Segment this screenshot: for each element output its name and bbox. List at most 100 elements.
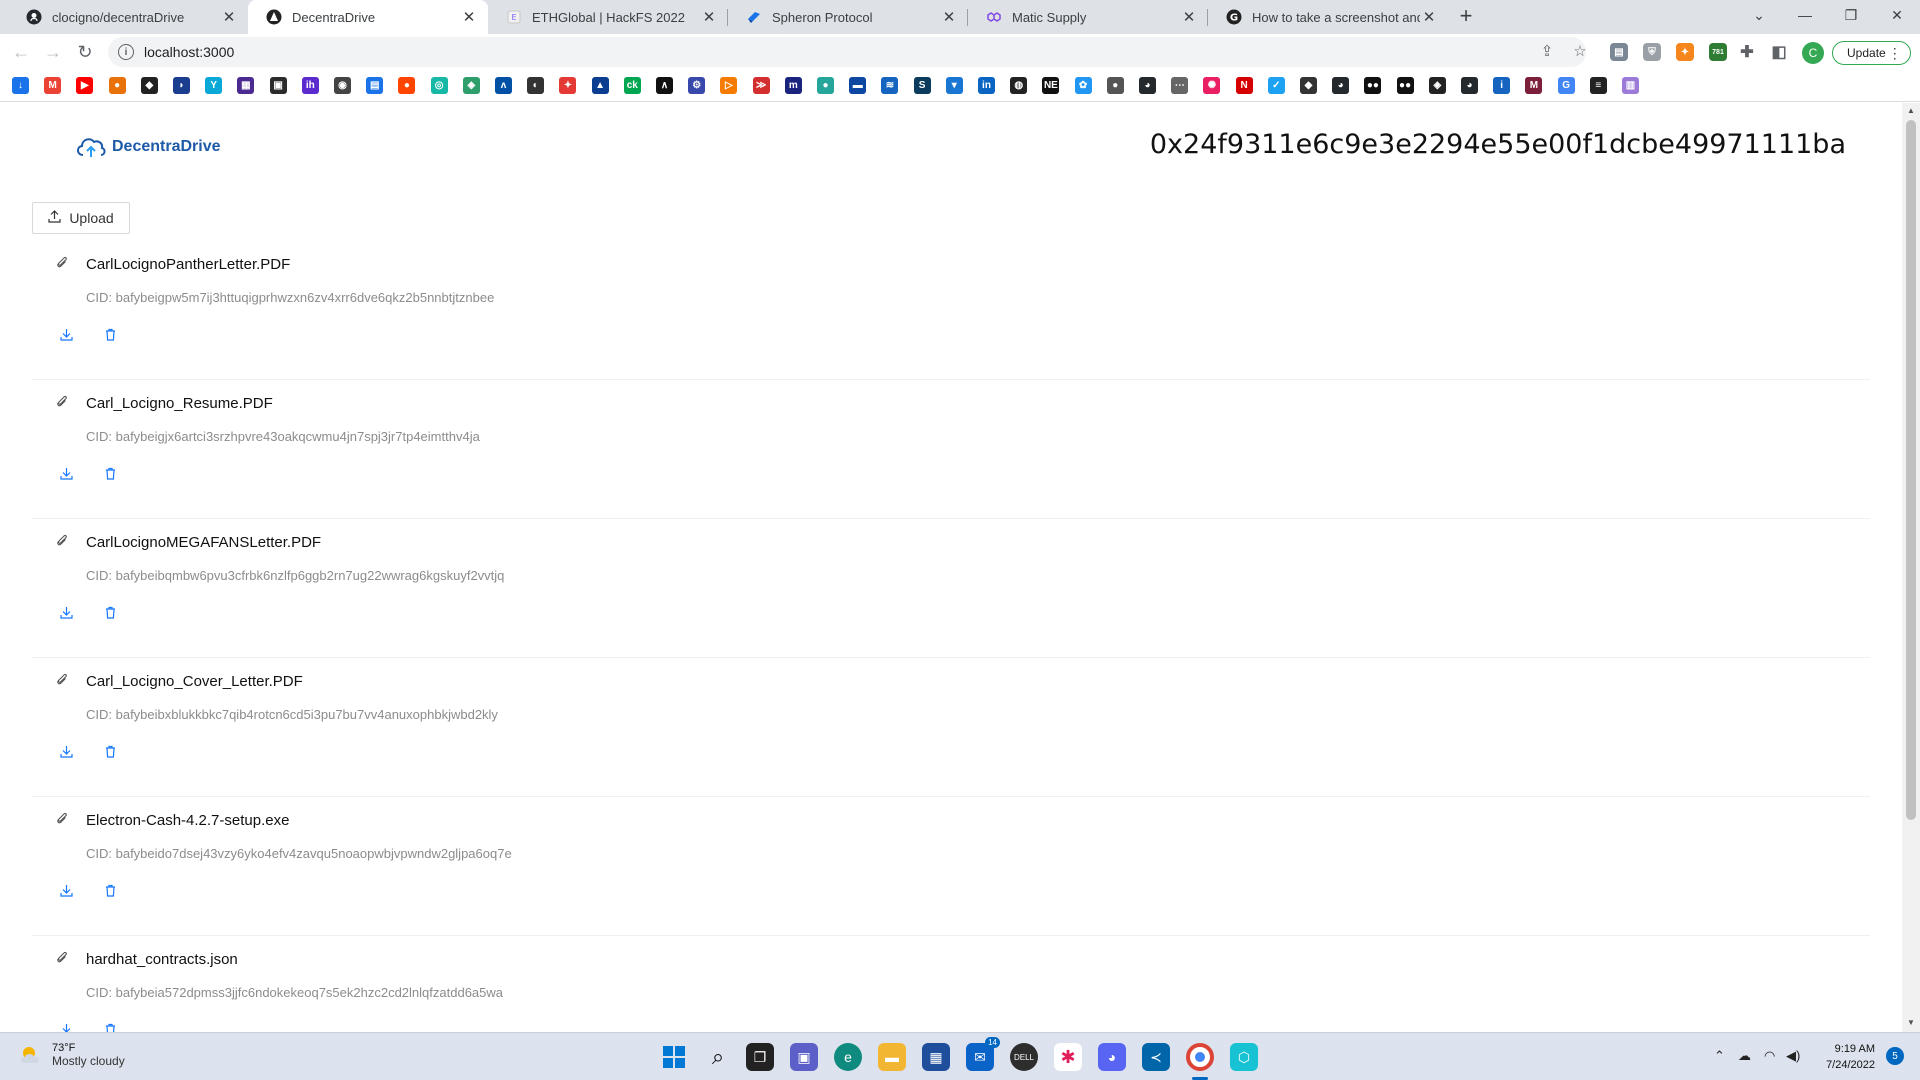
bookmark-icon[interactable]: ✦ [559, 77, 577, 94]
bookmark-icon[interactable]: ●● [1364, 77, 1382, 94]
tab-spheron[interactable]: Spheron Protocol ✕ [728, 0, 968, 34]
file-explorer-icon[interactable]: ▬ [878, 1043, 906, 1071]
bookmark-icon[interactable]: ◆ [1300, 77, 1317, 94]
side-panel-icon[interactable]: ◧ [1770, 43, 1788, 61]
bookmark-icon[interactable]: ● [817, 77, 834, 94]
youtube-icon[interactable]: ▶ [76, 77, 94, 94]
bookmark-icon[interactable]: ⋯ [1171, 77, 1189, 94]
bookmark-icon[interactable]: ▬ [849, 77, 867, 94]
mail-icon[interactable]: ✉ 14 [966, 1037, 1000, 1071]
reload-button[interactable]: ↻ [72, 39, 98, 65]
delete-icon[interactable] [102, 604, 118, 620]
bookmark-icon[interactable]: ⚙ [688, 77, 706, 94]
bookmark-icon[interactable]: ◍ [1010, 77, 1028, 94]
bookmark-star-icon[interactable]: ☆ [1570, 41, 1590, 61]
extension-icon[interactable]: ▤ [1610, 43, 1628, 61]
github-icon[interactable]: ◕ [1139, 77, 1156, 94]
bookmark-icon[interactable]: ▲ [591, 77, 609, 94]
bookmark-icon[interactable]: ◎ [430, 77, 448, 94]
bookmark-icon[interactable]: Y [205, 77, 223, 94]
bookmark-icon[interactable]: N [1235, 77, 1253, 94]
close-tab-icon[interactable]: ✕ [940, 8, 958, 26]
close-window-button[interactable]: ✕ [1874, 0, 1920, 30]
github-icon[interactable]: ◕ [1461, 77, 1478, 94]
delete-icon[interactable] [102, 326, 118, 342]
download-icon[interactable] [58, 604, 74, 620]
bookmark-icon[interactable]: ▷ [720, 77, 738, 94]
profile-avatar[interactable]: C [1802, 42, 1824, 64]
bookmark-icon[interactable]: ▣ [269, 77, 287, 94]
upload-button[interactable]: Upload [32, 202, 130, 234]
file-name[interactable]: Electron-Cash-4.2.7-setup.exe [86, 812, 289, 829]
reddit-icon[interactable]: ● [398, 77, 416, 94]
close-tab-icon[interactable]: ✕ [1420, 8, 1438, 26]
bookmark-icon[interactable]: ck [623, 77, 641, 94]
wifi-icon[interactable]: ◠ [1764, 1048, 1775, 1064]
download-icon[interactable] [58, 465, 74, 481]
bookmark-icon[interactable]: ●● [1396, 77, 1414, 94]
download-icon[interactable] [58, 326, 74, 342]
tab-search-icon[interactable]: ⌄ [1736, 0, 1782, 30]
bookmark-icon[interactable]: S [913, 77, 931, 94]
shield-icon[interactable]: ⛨ [1643, 43, 1661, 61]
download-icon[interactable] [58, 1021, 74, 1032]
site-info-icon[interactable]: i [118, 44, 134, 60]
app-logo[interactable]: DecentraDrive [74, 133, 221, 161]
twitter-icon[interactable]: ✓ [1267, 77, 1285, 94]
tab-decentradrive[interactable]: DecentraDrive ✕ [248, 0, 488, 34]
bookmark-icon[interactable]: ◆ [140, 77, 158, 94]
update-button[interactable]: Update ⋮ [1832, 41, 1911, 65]
volume-icon[interactable]: ◀) [1786, 1048, 1800, 1064]
bookmark-icon[interactable]: ≫ [752, 77, 770, 94]
bookmark-icon[interactable]: ▥ [1622, 77, 1639, 94]
bookmark-icon[interactable]: ∧ [656, 77, 673, 94]
download-bookmark-icon[interactable]: ↓ [12, 77, 29, 94]
search-icon[interactable]: ⌕ [704, 1043, 732, 1071]
menu-kebab-icon[interactable]: ⋮ [1888, 45, 1902, 62]
bookmark-icon[interactable]: ih [301, 77, 319, 94]
back-button[interactable]: ← [8, 39, 34, 65]
chrome-icon[interactable] [1186, 1043, 1214, 1071]
linkedin-icon[interactable]: in [978, 77, 995, 94]
onedrive-icon[interactable]: ☁ [1738, 1048, 1751, 1064]
bookmark-icon[interactable]: ● [1106, 77, 1124, 94]
scrollbar-thumb[interactable] [1906, 120, 1916, 820]
close-tab-icon[interactable]: ✕ [1180, 8, 1198, 26]
show-hidden-icons-icon[interactable]: ⌃ [1714, 1048, 1725, 1064]
bookmark-icon[interactable]: ▤ [366, 77, 384, 94]
cube-app-icon[interactable]: ⬡ [1230, 1043, 1258, 1071]
weather-widget[interactable]: 73°F Mostly cloudy [18, 1042, 125, 1068]
edge-icon[interactable]: e [834, 1043, 862, 1071]
file-name[interactable]: CarlLocignoPantherLetter.PDF [86, 256, 290, 273]
tab-github[interactable]: clocigno/decentraDrive ✕ [8, 0, 248, 34]
share-icon[interactable]: ⇪ [1537, 41, 1557, 61]
metamask-icon[interactable]: ✦ [1676, 43, 1694, 61]
close-tab-icon[interactable]: ✕ [700, 8, 718, 26]
bookmark-icon[interactable]: i [1493, 77, 1511, 94]
tab-google-search[interactable]: G How to take a screenshot and sa ✕ [1208, 0, 1448, 34]
teams-chat-icon[interactable]: ▣ [790, 1043, 818, 1071]
windows-start-icon[interactable] [660, 1043, 688, 1071]
minimize-button[interactable]: — [1782, 0, 1828, 30]
scroll-down-arrow[interactable]: ▼ [1904, 1018, 1918, 1030]
bookmark-icon[interactable]: M [1525, 77, 1543, 94]
bookmark-icon[interactable]: ◉ [334, 77, 351, 94]
bookmark-icon[interactable]: ʌ [495, 77, 512, 94]
delete-icon[interactable] [102, 882, 118, 898]
bookmark-icon[interactable]: ≡ [1589, 77, 1607, 94]
bookmark-icon[interactable]: ◈ [1428, 77, 1446, 94]
download-icon[interactable] [58, 743, 74, 759]
file-name[interactable]: Carl_Locigno_Cover_Letter.PDF [86, 673, 303, 690]
notification-badge[interactable]: 5 [1886, 1047, 1904, 1065]
restore-button[interactable]: ❐ [1828, 0, 1874, 30]
bookmark-icon[interactable]: ✺ [1203, 77, 1221, 94]
system-clock[interactable]: 9:19 AM 7/24/2022 [1800, 1041, 1875, 1073]
file-name[interactable]: CarlLocignoMEGAFANSLetter.PDF [86, 534, 321, 551]
bookmark-icon[interactable]: ◐ [527, 77, 545, 94]
delete-icon[interactable] [102, 743, 118, 759]
task-view-icon[interactable]: ❐ [746, 1043, 774, 1071]
bookmark-icon[interactable]: ✿ [1074, 77, 1092, 94]
tab-matic[interactable]: Matic Supply ✕ [968, 0, 1208, 34]
extensions-puzzle-icon[interactable]: ✚ [1738, 43, 1756, 61]
bookmark-icon[interactable]: NE [1042, 77, 1060, 94]
